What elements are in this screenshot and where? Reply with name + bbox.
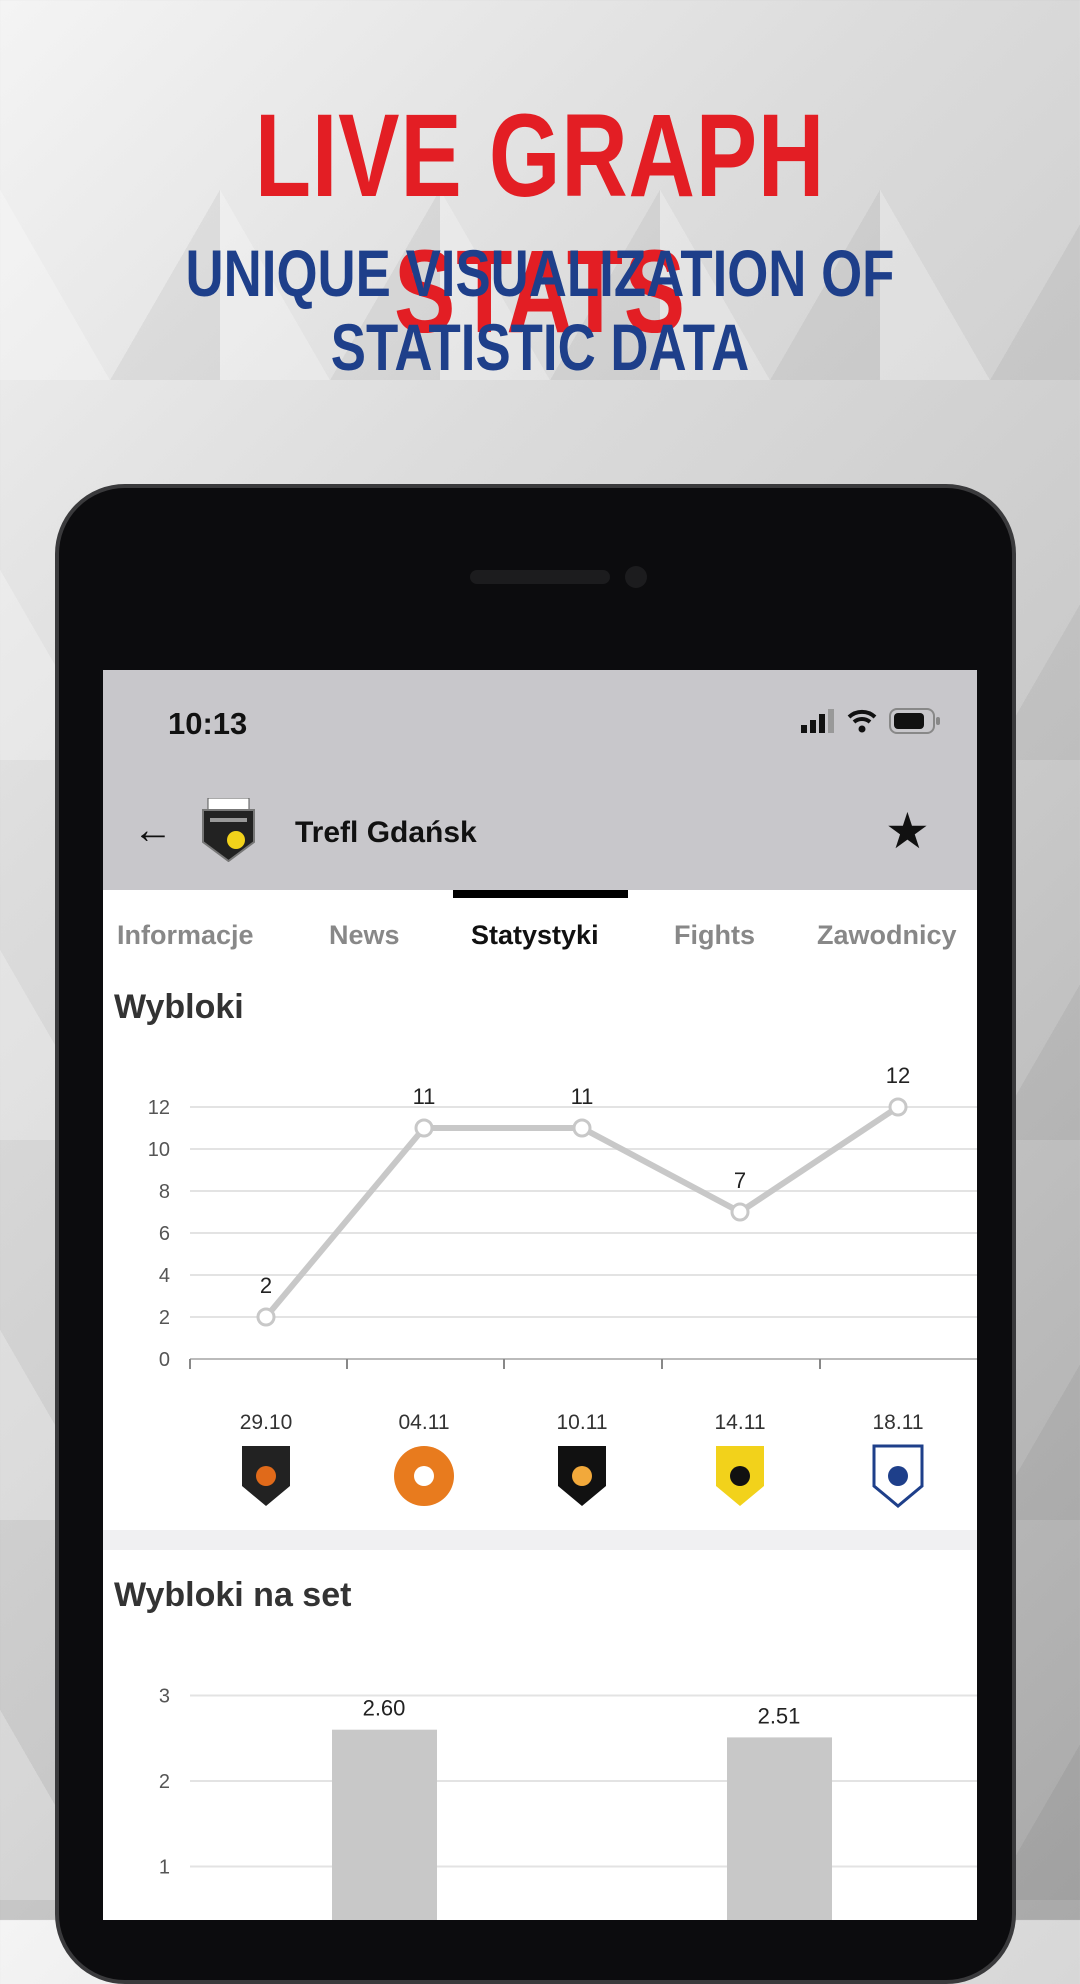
blocks-per-set-bar-chart: 1 2 3 2.60 2.51 [159,1686,977,1920]
team-logo [202,798,255,862]
status-icons [801,708,941,734]
data-label: 7 [734,1168,746,1193]
y-tick-label: 6 [159,1223,170,1245]
projekt-warszawa-logo [872,1444,924,1508]
y-tick-label: 0 [159,1349,170,1371]
x-tick-label: 14.11 [715,1411,766,1434]
x-tick-label: 04.11 [399,1411,450,1434]
y-tick-label: 12 [148,1097,170,1119]
y-tick-label: 1 [159,1857,170,1879]
data-label: 2 [260,1273,272,1298]
data-point [572,1118,592,1138]
data-label: 11 [571,1084,594,1109]
lkps-lublin-logo [558,1446,606,1506]
data-label: 12 [886,1063,910,1088]
kakanh-logo [242,1446,290,1506]
tab-news[interactable]: News [329,920,400,951]
data-point [888,1097,908,1117]
cuprum-lubin-logo [394,1446,454,1506]
blocks-per-set-section-title: Wybloki na set [114,1576,352,1614]
signal-icon [801,709,834,733]
tab-statystyki[interactable]: Statystyki [471,920,599,951]
x-tick-label: 29.10 [240,1411,293,1434]
bar [727,1737,832,1920]
x-tick-label: 10.11 [557,1411,608,1434]
app-screen: 10:13 ← Trefl Gdańsk ★ Informacje News S… [103,670,977,1920]
x-tick-label: 18.11 [873,1411,924,1434]
app-header: 10:13 ← Trefl Gdańsk ★ [103,670,977,890]
battery-icon [889,708,940,734]
blocks-line-chart: 0 2 4 6 8 10 12 2 29.10 11 04.11 11 10.11 7 14.11 12 18.… [148,1063,977,1508]
tab-zawodnicy[interactable]: Zawodnicy [817,920,957,951]
gks-katowice-logo [716,1446,764,1506]
back-arrow-icon[interactable]: ← [133,808,173,853]
favorite-star-icon[interactable]: ★ [885,802,930,860]
y-tick-label: 4 [159,1265,170,1287]
y-tick-label: 10 [148,1139,170,1161]
bar [332,1729,437,1920]
phone-camera [625,566,647,588]
data-point [730,1202,750,1222]
phone-speaker [470,570,610,584]
data-label: 2.51 [758,1703,801,1728]
series-line [263,1104,900,1319]
y-tick-label: 2 [159,1307,170,1329]
data-label: 11 [413,1084,436,1109]
tab-informacje[interactable]: Informacje [117,920,254,951]
promo-subline: UNIQUE VISUALIZATION OF STATISTIC DATA [185,236,895,384]
section-separator [103,1530,977,1550]
data-label: 2.60 [363,1696,406,1721]
status-time: 10:13 [168,706,248,741]
y-tick-label: 3 [159,1686,170,1708]
data-point [256,1307,276,1327]
team-name: Trefl Gdańsk [295,816,477,849]
y-tick-label: 8 [159,1181,170,1203]
blocks-section-title: Wybloki [114,988,244,1026]
active-tab-indicator [453,890,628,898]
data-point [414,1118,434,1138]
wifi-icon [847,709,877,733]
y-tick-label: 2 [159,1771,170,1793]
tab-fights[interactable]: Fights [674,920,755,951]
